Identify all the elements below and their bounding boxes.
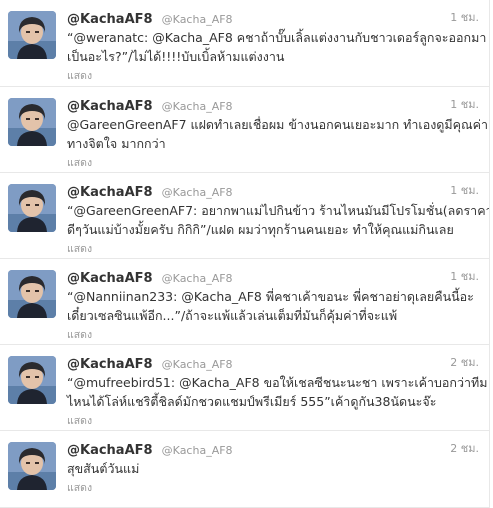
username[interactable]: @Kacha_AF8: [162, 13, 233, 26]
display-name[interactable]: @KachaAF8: [67, 12, 153, 27]
tweet-item[interactable]: @KachaAF8 @Kacha_AF8 1 ชม. “@GareenGreen…: [0, 173, 489, 259]
tweet-text-line: “@mufreebird51: @Kacha_AF8 ขอให้เชลซีชนะ…: [67, 375, 488, 390]
tweet-text: สุขสันต์วันแม่: [67, 459, 479, 478]
timestamp[interactable]: 1 ชม.: [450, 96, 479, 114]
tweet-text: “@GareenGreenAF7: อยากพาแม่ไปกินข้าว ร้า…: [67, 201, 490, 239]
avatar[interactable]: [8, 270, 56, 318]
tweet-timeline: @KachaAF8 @Kacha_AF8 1 ชม. “@weranatc: @…: [0, 0, 490, 508]
timestamp[interactable]: 1 ชม.: [450, 268, 479, 286]
display-name[interactable]: @KachaAF8: [67, 99, 153, 114]
profile-photo-icon: [8, 98, 56, 146]
profile-photo-icon: [8, 356, 56, 404]
tweet-header: @KachaAF8 @Kacha_AF8 2 ชม.: [67, 354, 479, 372]
timestamp[interactable]: 2 ชม.: [450, 354, 479, 372]
tweet-text-line: ทางจิตใจ มากกว่า: [67, 136, 166, 151]
timestamp[interactable]: 2 ชม.: [450, 440, 479, 458]
tweet-text: “@weranatc: @Kacha_AF8 คชาถ้าบั๊บเลิ้ลแต…: [67, 28, 487, 66]
tweet-text: “@Nanniinan233: @Kacha_AF8 พี่คชาเค้าขอน…: [67, 287, 479, 325]
avatar[interactable]: [8, 356, 56, 404]
tweet-item[interactable]: @KachaAF8 @Kacha_AF8 1 ชม. “@Nanniinan23…: [0, 259, 489, 345]
tweet-header: @KachaAF8 @Kacha_AF8 2 ชม.: [67, 440, 479, 458]
tweet-header: @KachaAF8 @Kacha_AF8 1 ชม.: [67, 9, 479, 27]
expand-link[interactable]: แสดง: [67, 480, 479, 496]
tweet-item[interactable]: @KachaAF8 @Kacha_AF8 2 ชม. “@mufreebird5…: [0, 345, 489, 431]
tweet-header: @KachaAF8 @Kacha_AF8 1 ชม.: [67, 268, 479, 286]
timestamp[interactable]: 1 ชม.: [450, 9, 479, 27]
display-name[interactable]: @KachaAF8: [67, 185, 153, 200]
tweet-text-line: ดีๆวันแม่บ้างมั้ยครับ กิกิกิ”/แฝด ผมว่าท…: [67, 222, 454, 237]
username[interactable]: @Kacha_AF8: [162, 186, 233, 199]
expand-link[interactable]: แสดง: [67, 413, 479, 429]
tweet-text-line: “@Nanniinan233: @Kacha_AF8 พี่คชาเค้าขอน…: [67, 289, 474, 304]
expand-link[interactable]: แสดง: [67, 155, 479, 171]
tweet-item[interactable]: @KachaAF8 @Kacha_AF8 2 ชม. สุขสันต์วันแม…: [0, 431, 489, 508]
tweet-text-line: ไหนได้โล่ห์แชริตี้ชิลด์มักชวดแชมป์พรีเมี…: [67, 394, 437, 409]
profile-photo-icon: [8, 11, 56, 59]
expand-link[interactable]: แสดง: [67, 68, 479, 84]
display-name[interactable]: @KachaAF8: [67, 357, 153, 372]
tweet-text-line: เดี๋ยวเซลซินแพ้อีก...”/ถ้าจะแพ้แล้วเล่นเ…: [67, 308, 398, 323]
username[interactable]: @Kacha_AF8: [162, 444, 233, 457]
profile-photo-icon: [8, 442, 56, 490]
tweet-header: @KachaAF8 @Kacha_AF8 1 ชม.: [67, 182, 479, 200]
username[interactable]: @Kacha_AF8: [162, 100, 233, 113]
tweet-text: “@mufreebird51: @Kacha_AF8 ขอให้เชลซีชนะ…: [67, 373, 488, 411]
username[interactable]: @Kacha_AF8: [162, 272, 233, 285]
tweet-text-line: @GareenGreenAF7 แฝดทำเลยเชื่อผม ข้างนอกค…: [67, 117, 489, 132]
expand-link[interactable]: แสดง: [67, 327, 479, 343]
avatar[interactable]: [8, 98, 56, 146]
tweet-text-line: “@GareenGreenAF7: อยากพาแม่ไปกินข้าว ร้า…: [67, 203, 490, 218]
expand-link[interactable]: แสดง: [67, 241, 479, 257]
tweet-text-line: เป็นอะไร?”/ไม่ได้!!!!บับเบิ้ลห้ามแต่งงาน: [67, 49, 285, 64]
avatar[interactable]: [8, 11, 56, 59]
tweet-header: @KachaAF8 @Kacha_AF8 1 ชม.: [67, 96, 479, 114]
display-name[interactable]: @KachaAF8: [67, 271, 153, 286]
tweet-text-line: สุขสันต์วันแม่: [67, 461, 140, 476]
avatar[interactable]: [8, 184, 56, 232]
tweet-item[interactable]: @KachaAF8 @Kacha_AF8 1 ชม. “@weranatc: @…: [0, 0, 489, 87]
display-name[interactable]: @KachaAF8: [67, 443, 153, 458]
username[interactable]: @Kacha_AF8: [162, 358, 233, 371]
tweet-text: @GareenGreenAF7 แฝดทำเลยเชื่อผม ข้างนอกค…: [67, 115, 489, 153]
timestamp[interactable]: 1 ชม.: [450, 182, 479, 200]
avatar[interactable]: [8, 442, 56, 490]
tweet-item[interactable]: @KachaAF8 @Kacha_AF8 1 ชม. @GareenGreenA…: [0, 87, 489, 173]
tweet-text-line: “@weranatc: @Kacha_AF8 คชาถ้าบั๊บเลิ้ลแต…: [67, 30, 487, 45]
profile-photo-icon: [8, 270, 56, 318]
profile-photo-icon: [8, 184, 56, 232]
